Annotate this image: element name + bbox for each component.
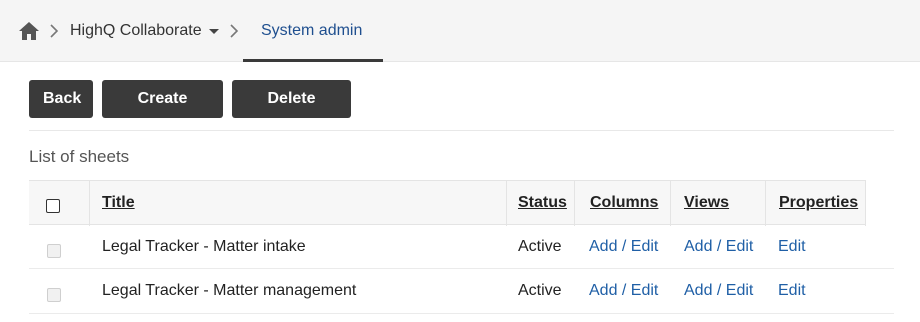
sheet-title: Legal Tracker - Matter management — [102, 282, 357, 299]
row-divider — [29, 268, 894, 269]
sheet-title: Legal Tracker - Matter intake — [102, 238, 306, 255]
row-checkbox[interactable] — [47, 244, 61, 258]
select-all-checkbox[interactable] — [46, 199, 60, 213]
column-header-title[interactable]: Title — [102, 193, 135, 213]
breadcrumb-bar: HighQ Collaborate System admin — [0, 0, 920, 62]
views-add-edit-link[interactable]: Add / Edit — [684, 237, 753, 257]
section-title: List of sheets — [29, 147, 130, 166]
table-header — [29, 180, 866, 226]
breadcrumb-system-admin[interactable]: System admin — [261, 21, 362, 41]
columns-add-edit-link[interactable]: Add / Edit — [589, 237, 658, 257]
columns-add-edit-link[interactable]: Add / Edit — [589, 281, 658, 301]
column-header-properties[interactable]: Properties — [779, 193, 858, 213]
chevron-right-icon — [49, 23, 59, 39]
properties-edit-link[interactable]: Edit — [778, 281, 806, 301]
home-icon[interactable] — [18, 21, 40, 41]
chevron-right-icon — [229, 23, 239, 39]
divider — [29, 130, 894, 131]
row-divider — [29, 313, 894, 314]
properties-edit-link[interactable]: Edit — [778, 237, 806, 257]
create-sheet-button[interactable]: Create sheet — [102, 80, 223, 145]
chevron-down-icon[interactable] — [209, 29, 219, 34]
back-button[interactable]: Back — [29, 80, 93, 118]
sheet-status: Active — [518, 282, 562, 299]
breadcrumb-highq-collaborate[interactable]: HighQ Collaborate — [70, 21, 202, 41]
views-add-edit-link[interactable]: Add / Edit — [684, 281, 753, 301]
active-tab-indicator — [243, 59, 383, 62]
column-header-columns[interactable]: Columns — [590, 193, 658, 213]
column-header-status[interactable]: Status — [518, 193, 567, 213]
row-checkbox[interactable] — [47, 288, 61, 302]
delete-sheet-button[interactable]: Delete sheet — [232, 80, 351, 145]
sheet-status: Active — [518, 238, 562, 255]
column-header-views[interactable]: Views — [684, 193, 729, 213]
